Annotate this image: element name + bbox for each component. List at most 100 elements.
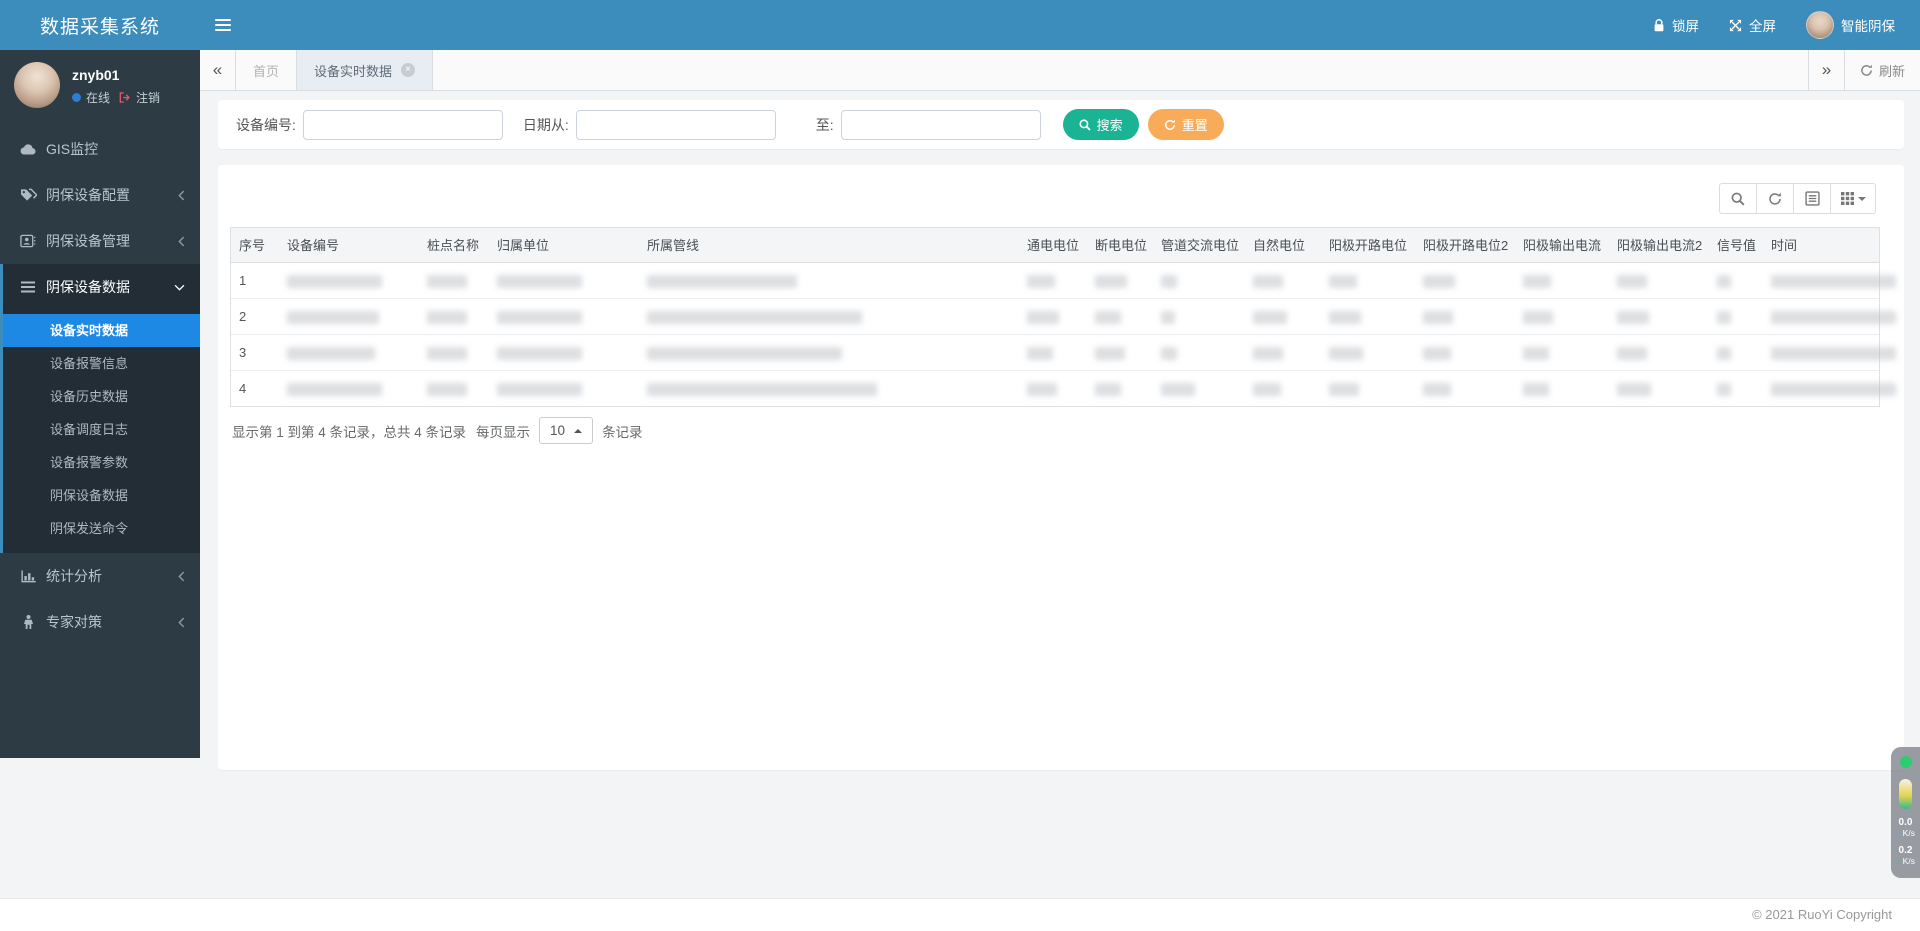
table-row[interactable]: 4	[231, 370, 1896, 406]
redacted-cell	[1153, 262, 1245, 299]
caret-down-icon	[1857, 196, 1866, 201]
fullscreen-icon	[1729, 19, 1742, 32]
close-icon[interactable]: ×	[401, 63, 416, 77]
app-title: 数据采集系统	[39, 16, 160, 38]
navbar-right: 锁屏 全屏 智能阴保	[1638, 0, 1920, 50]
double-chevron-left-icon: «	[212, 60, 223, 79]
toggle-view-button[interactable]	[1793, 183, 1831, 214]
table-row[interactable]: 2	[231, 298, 1896, 335]
sidebar-subitem-history-data[interactable]: 设备历史数据	[3, 380, 200, 413]
row-index: 1	[231, 262, 279, 299]
redacted-cell	[1321, 370, 1415, 406]
redacted-cell	[489, 334, 639, 371]
tab-home[interactable]: 首页	[236, 50, 298, 90]
redacted-cell	[639, 262, 1019, 299]
redacted-cell	[1087, 298, 1153, 335]
online-status-dot	[72, 93, 81, 102]
reset-button[interactable]: 重置	[1147, 109, 1224, 140]
search-button[interactable]: 搜索	[1062, 109, 1139, 140]
net-speed-widget[interactable]: 0.0 ↑ K/s 0.2 ↓ K/s	[1891, 747, 1920, 878]
sidebar-item-device-data[interactable]: 阴保设备数据	[3, 264, 200, 310]
columns-dropdown-button[interactable]	[1830, 183, 1876, 214]
redacted-cell	[419, 262, 489, 299]
redacted-cell	[1609, 370, 1709, 406]
table-row[interactable]: 1	[231, 262, 1896, 299]
redacted-cell	[1321, 334, 1415, 371]
data-panel: 序号 设备编号 桩点名称 归属单位 所属管线 通电电位 断电电位 管道交流电位 …	[218, 165, 1904, 770]
sidebar-toggle-button[interactable]	[200, 0, 246, 50]
sidebar-item-device-config[interactable]: 阴保设备配置	[0, 172, 200, 218]
fullscreen-button[interactable]: 全屏	[1714, 0, 1791, 50]
device-no-label: 设备编号:	[236, 116, 296, 133]
bar-chart-icon	[18, 569, 38, 583]
date-to-input[interactable]	[840, 109, 1041, 140]
page-size-prefix: 每页显示	[476, 424, 531, 440]
table-toolbar	[1719, 183, 1876, 214]
redacted-cell	[489, 262, 639, 299]
sidebar-subitem-alarm-params[interactable]: 设备报警参数	[3, 446, 200, 479]
sidebar-subitem-dispatch-log[interactable]: 设备调度日志	[3, 413, 200, 446]
redacted-cell	[1609, 334, 1709, 371]
refresh-tab-button[interactable]: 刷新	[1843, 50, 1920, 90]
user-menu-label: 智能阴保	[1841, 19, 1895, 34]
redacted-cell	[1763, 334, 1896, 371]
redacted-cell	[419, 370, 489, 406]
date-from-label: 日期从:	[522, 116, 569, 133]
sidebar-item-expert[interactable]: 专家对策	[0, 599, 200, 645]
address-book-icon	[18, 234, 38, 248]
redacted-cell	[1245, 298, 1321, 335]
down-arrow-icon: ↓	[1896, 856, 1901, 866]
redacted-cell	[1245, 334, 1321, 371]
redacted-cell	[1515, 298, 1609, 335]
sidebar-item-statistics[interactable]: 统计分析	[0, 553, 200, 599]
search-form: 设备编号: 日期从: 至: 搜索 重置	[218, 100, 1904, 149]
redacted-cell	[1515, 370, 1609, 406]
date-from-input[interactable]	[575, 109, 776, 140]
logout-icon	[119, 92, 131, 103]
redacted-cell	[279, 298, 419, 335]
col-anode-open-1: 阳极开路电位	[1321, 228, 1415, 263]
speed-pill-icon	[1899, 779, 1912, 809]
redacted-cell	[639, 298, 1019, 335]
device-no-input[interactable]	[302, 109, 503, 140]
redacted-cell	[1087, 334, 1153, 371]
col-anode-open-2: 阳极开路电位2	[1415, 228, 1515, 263]
redacted-cell	[1709, 262, 1763, 299]
upload-speed: 0.0	[1898, 817, 1913, 828]
redacted-cell	[639, 334, 1019, 371]
tab-realtime-data[interactable]: 设备实时数据 ×	[297, 50, 434, 90]
sidebar-subitem-realtime-data[interactable]: 设备实时数据	[3, 314, 200, 347]
redacted-cell	[639, 370, 1019, 406]
redacted-cell	[1609, 298, 1709, 335]
page-size-dropdown[interactable]: 10	[539, 417, 594, 444]
bars-icon	[18, 281, 38, 293]
user-menu[interactable]: 智能阴保	[1791, 0, 1910, 50]
redacted-cell	[1763, 262, 1896, 299]
table-row[interactable]: 3	[231, 334, 1896, 371]
chevron-left-icon	[178, 236, 185, 247]
sidebar-item-gis-monitor[interactable]: GIS监控	[0, 126, 200, 172]
redacted-cell	[1415, 334, 1515, 371]
sidebar-subitem-alarm-info[interactable]: 设备报警信息	[3, 347, 200, 380]
copyright-text: © 2021 RuoYi Copyright	[1752, 907, 1892, 922]
double-chevron-right-icon: »	[1821, 60, 1832, 79]
tabs-scroll-right-button[interactable]: »	[1807, 50, 1844, 90]
redacted-cell	[1245, 262, 1321, 299]
online-status-label: 在线	[86, 91, 111, 105]
refresh-icon	[1860, 64, 1873, 77]
logout-link[interactable]: 注销	[136, 89, 160, 106]
lock-screen-button[interactable]: 锁屏	[1638, 0, 1714, 50]
sidebar-subitem-send-command[interactable]: 阴保发送命令	[3, 512, 200, 545]
tabs-scroll-left-button[interactable]: «	[200, 50, 236, 90]
redacted-cell	[1763, 370, 1896, 406]
sidebar-item-device-manage[interactable]: 阴保设备管理	[0, 218, 200, 264]
toggle-search-button[interactable]	[1719, 183, 1757, 214]
sidebar-subitem-device-data[interactable]: 阴保设备数据	[3, 479, 200, 512]
redacted-cell	[1415, 298, 1515, 335]
redacted-cell	[1087, 262, 1153, 299]
download-speed: 0.2	[1898, 845, 1913, 856]
refresh-table-button[interactable]	[1756, 183, 1794, 214]
col-natural-potential: 自然电位	[1245, 228, 1321, 263]
hamburger-icon	[215, 16, 231, 34]
redacted-cell	[1321, 262, 1415, 299]
